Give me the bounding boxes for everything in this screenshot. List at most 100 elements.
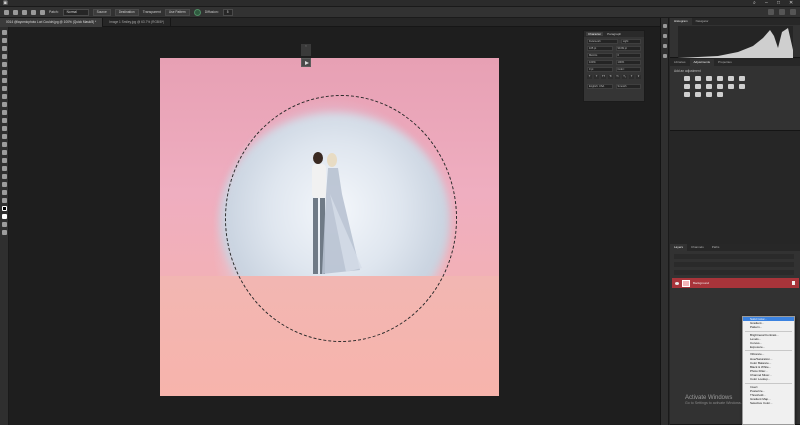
- close-button[interactable]: ✕: [789, 1, 793, 6]
- faux-italic-button[interactable]: T: [594, 75, 599, 79]
- vertical-scale-field[interactable]: 100%: [587, 60, 613, 65]
- maximize-button[interactable]: □: [777, 1, 780, 6]
- brush-tool-icon[interactable]: [2, 94, 7, 99]
- curves-icon[interactable]: [706, 76, 712, 81]
- paragraph-icon[interactable]: [663, 54, 667, 58]
- color-label[interactable]: Color:: [615, 67, 641, 72]
- strikethrough-button[interactable]: Ŧ: [636, 75, 641, 79]
- gradient-tool-icon[interactable]: [2, 126, 7, 131]
- zoom-tool-icon[interactable]: [2, 190, 7, 195]
- patch-tool-icon[interactable]: [13, 9, 18, 15]
- tab-paragraph[interactable]: Paragraph: [605, 32, 623, 36]
- more-tools-icon[interactable]: [2, 198, 7, 203]
- search-icon[interactable]: ⌕: [753, 1, 756, 6]
- marquee-tool-icon[interactable]: [2, 38, 7, 43]
- stamp-tool-icon[interactable]: [2, 102, 7, 107]
- play-button[interactable]: [301, 58, 311, 67]
- antialias-select[interactable]: Smooth: [615, 84, 641, 89]
- selective-color-icon[interactable]: [717, 92, 723, 97]
- tab-adjustments[interactable]: Adjustments: [689, 59, 715, 66]
- crop-tool-icon[interactable]: [2, 62, 7, 67]
- vibrance-icon[interactable]: [728, 76, 734, 81]
- gradient-map-icon[interactable]: [706, 92, 712, 97]
- lock-bar[interactable]: [674, 270, 794, 275]
- healing-tool-icon[interactable]: [2, 86, 7, 91]
- search-icon[interactable]: [768, 9, 774, 15]
- levels-icon[interactable]: [695, 76, 701, 81]
- screen-mode-icon[interactable]: [2, 230, 7, 235]
- path-select-tool-icon[interactable]: [2, 166, 7, 171]
- lock-icon[interactable]: [792, 281, 795, 285]
- invert-icon[interactable]: [739, 84, 745, 89]
- quick-mask-icon[interactable]: [2, 222, 7, 227]
- doc-tab-second[interactable]: Image 1 Smiley.jpg @ 63.7% (RGB/8*): [103, 18, 172, 27]
- actions-grip[interactable]: ⌃: [301, 44, 311, 56]
- font-size-field[interactable]: 105 pt: [587, 46, 613, 51]
- font-family-select[interactable]: Futura-ish: [587, 39, 618, 44]
- all-caps-button[interactable]: TT: [601, 75, 606, 79]
- selection-add-icon[interactable]: [31, 9, 36, 15]
- layer-row-background[interactable]: Background: [672, 278, 799, 288]
- black-white-icon[interactable]: [695, 84, 701, 89]
- move-tool-icon[interactable]: [2, 30, 7, 35]
- frame-tool-icon[interactable]: [2, 70, 7, 75]
- doc-tab-active[interactable]: 0014 @layomiophoto Lori Couldrt.jpg @ 10…: [0, 18, 104, 27]
- home-icon[interactable]: [4, 9, 9, 15]
- eyedropper-tool-icon[interactable]: [2, 78, 7, 83]
- patch-mode-select[interactable]: Normal: [62, 8, 89, 16]
- tab-libraries[interactable]: Libraries: [670, 59, 690, 66]
- tab-layers[interactable]: Layers: [670, 244, 688, 251]
- eraser-tool-icon[interactable]: [2, 118, 7, 123]
- subscript-button[interactable]: T₁: [622, 75, 627, 79]
- workspace-icon[interactable]: [779, 9, 785, 15]
- history-icon[interactable]: [663, 24, 667, 28]
- channel-mixer-icon[interactable]: [717, 84, 723, 89]
- pattern-swatch[interactable]: [193, 8, 201, 16]
- visibility-eye-icon[interactable]: [675, 281, 679, 285]
- brightness-icon[interactable]: [684, 76, 690, 81]
- photo-filter-icon[interactable]: [706, 84, 712, 89]
- properties-icon[interactable]: [663, 34, 667, 38]
- color-lookup-icon[interactable]: [728, 84, 734, 89]
- menu-item[interactable]: Exposure...: [743, 345, 794, 349]
- quick-select-tool-icon[interactable]: [2, 54, 7, 59]
- destination-button[interactable]: Destination: [114, 8, 139, 16]
- foreground-color-swatch[interactable]: [2, 206, 7, 211]
- type-tool-icon[interactable]: [2, 158, 7, 163]
- blur-tool-icon[interactable]: [2, 134, 7, 139]
- tracking-field[interactable]: 0: [615, 53, 641, 58]
- exposure-icon[interactable]: [717, 76, 723, 81]
- tab-navigator[interactable]: Navigator: [692, 18, 713, 25]
- transparent-checkbox[interactable]: Transparent: [143, 10, 161, 14]
- tab-paths[interactable]: Paths: [708, 244, 724, 251]
- leading-field[interactable]: 99.99 pt: [615, 46, 641, 51]
- tab-histogram[interactable]: Histogram: [670, 18, 692, 25]
- hand-tool-icon[interactable]: [2, 182, 7, 187]
- menu-item[interactable]: Selective Color...: [743, 401, 794, 405]
- selection-subtract-icon[interactable]: [40, 9, 45, 15]
- blend-mode-bar[interactable]: [674, 262, 794, 267]
- lasso-tool-icon[interactable]: [2, 46, 7, 51]
- threshold-icon[interactable]: [695, 92, 701, 97]
- use-pattern-button[interactable]: Use Pattern: [164, 8, 190, 16]
- posterize-icon[interactable]: [684, 92, 690, 97]
- background-color-swatch[interactable]: [2, 214, 7, 219]
- layer-name[interactable]: Background: [693, 281, 789, 285]
- kerning-field[interactable]: Metrics: [587, 53, 613, 58]
- language-select[interactable]: English: USA: [587, 84, 613, 89]
- small-caps-button[interactable]: Tr: [608, 75, 613, 79]
- history-brush-icon[interactable]: [2, 110, 7, 115]
- share-icon[interactable]: [790, 9, 796, 15]
- color-balance-icon[interactable]: [684, 84, 690, 89]
- tab-channels[interactable]: Channels: [687, 244, 708, 251]
- diffusion-select[interactable]: 5: [222, 8, 233, 16]
- selection-mode-icon[interactable]: [22, 9, 27, 15]
- pen-tool-icon[interactable]: [2, 150, 7, 155]
- baseline-field[interactable]: 0 pt: [587, 67, 613, 72]
- menu-item[interactable]: Pattern...: [743, 325, 794, 329]
- tab-properties[interactable]: Properties: [714, 59, 736, 66]
- font-style-select[interactable]: Light: [620, 39, 641, 44]
- dodge-tool-icon[interactable]: [2, 142, 7, 147]
- faux-bold-button[interactable]: T: [587, 75, 592, 79]
- source-button[interactable]: Source: [92, 8, 111, 16]
